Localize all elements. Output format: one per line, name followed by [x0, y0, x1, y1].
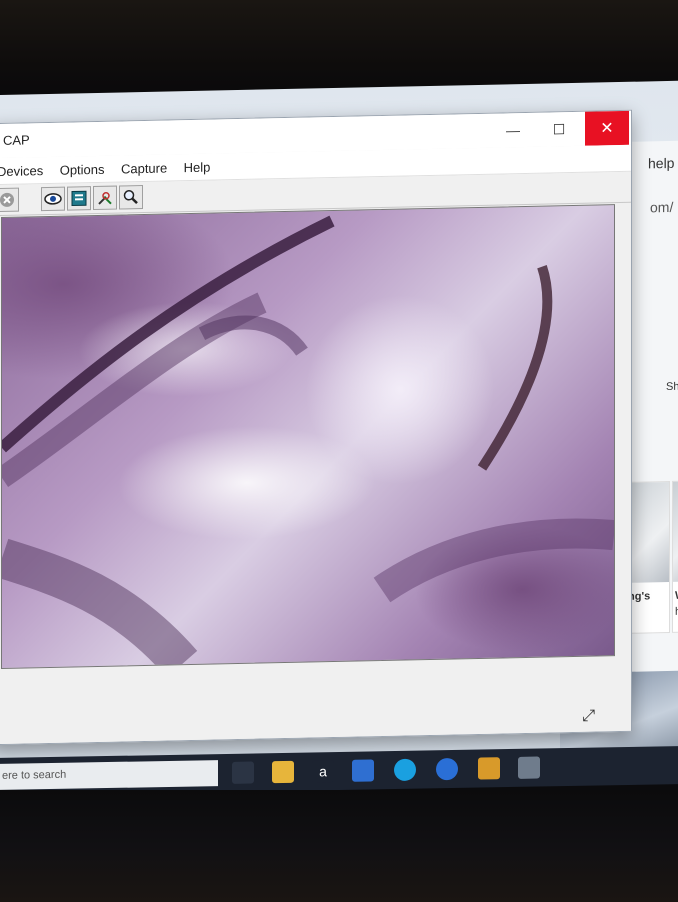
- stop-icon[interactable]: [0, 187, 19, 213]
- camera-preview[interactable]: [1, 204, 615, 669]
- menu-capture[interactable]: Capture: [115, 154, 173, 176]
- browser-url-fragment: om/: [650, 198, 674, 216]
- zoom-icon[interactable]: [119, 185, 143, 210]
- store-icon[interactable]: [352, 759, 374, 782]
- amcap-taskbar-icon[interactable]: [478, 757, 500, 780]
- monitor-screen: help om/ Sh ing's e W h CAP — ☐ ✕ Device…: [0, 80, 678, 796]
- menu-devices[interactable]: Devices: [0, 157, 49, 179]
- amcap-window: CAP — ☐ ✕ Devices Options Capture Help ⤢: [0, 109, 632, 746]
- minimize-button[interactable]: —: [491, 113, 535, 148]
- browser-help-text: help: [648, 154, 675, 172]
- menu-help[interactable]: Help: [178, 153, 217, 176]
- tools-icon[interactable]: [93, 185, 117, 211]
- monitor-bezel-bottom: [0, 790, 678, 902]
- amazon-icon[interactable]: a: [312, 760, 334, 783]
- taskbar-search-box[interactable]: ere to search: [0, 760, 218, 790]
- preview-eye-icon[interactable]: [41, 186, 65, 212]
- task-view-icon[interactable]: [232, 761, 254, 784]
- tissue-structures: [2, 215, 614, 668]
- menu-options[interactable]: Options: [54, 156, 111, 178]
- window-title: CAP: [3, 132, 30, 148]
- search-placeholder: ere to search: [2, 768, 67, 782]
- skype-icon[interactable]: [394, 758, 416, 782]
- photos-icon[interactable]: [518, 756, 540, 779]
- capture-frame-icon[interactable]: [67, 186, 91, 211]
- edge-icon[interactable]: [436, 757, 458, 781]
- resize-grip-icon[interactable]: ⤢: [582, 708, 595, 726]
- close-button[interactable]: ✕: [585, 110, 629, 146]
- file-explorer-icon[interactable]: [272, 760, 294, 784]
- status-bar: ⤢: [0, 702, 631, 745]
- browser-card-2[interactable]: W h: [672, 480, 678, 633]
- maximize-button[interactable]: ☐: [537, 112, 581, 147]
- browser-sh-text: Sh: [666, 380, 678, 394]
- card-2-thumbnail: [673, 481, 678, 582]
